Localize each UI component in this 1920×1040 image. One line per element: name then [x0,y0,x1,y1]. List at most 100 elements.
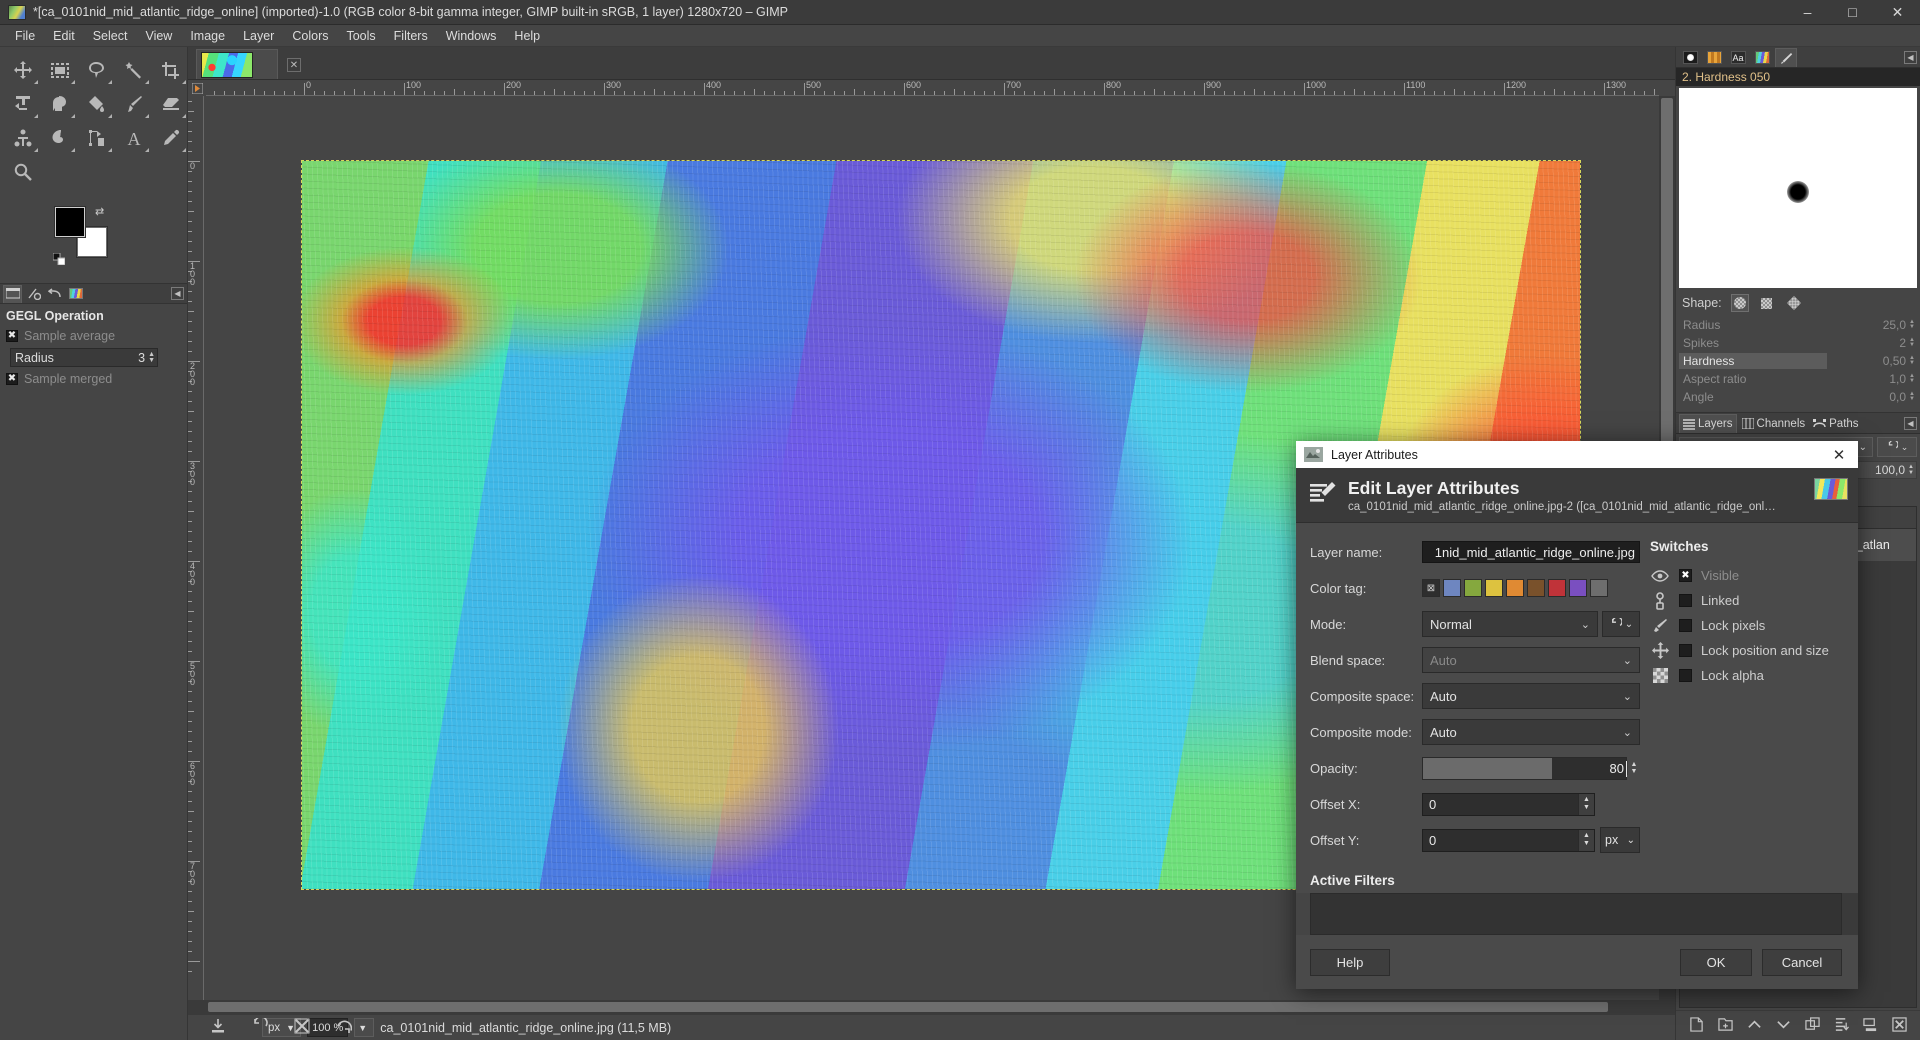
brush-dock-menu-button[interactable]: ◀ [1904,51,1917,64]
move-tool[interactable] [4,53,41,87]
patterns-tab[interactable] [1703,48,1725,67]
refresh-button[interactable] [336,1018,353,1037]
help-button[interactable]: Help [1310,949,1390,977]
image-tab[interactable] [196,49,278,79]
color-tag-violet[interactable] [1569,579,1587,598]
lock-alpha-checkbox[interactable] [1679,669,1692,683]
switch-lock-alpha-row[interactable]: Lock alpha [1650,663,1830,688]
clone-tool[interactable] [4,121,41,155]
angle-prop-stepper[interactable]: ▲ ▼ [1909,391,1917,402]
sample-merged-row[interactable]: ✖ Sample merged [0,370,187,388]
sample-average-row[interactable]: ✖ Sample average [0,327,187,345]
color-tag-gray[interactable] [1590,579,1608,598]
mode-combo[interactable]: Normal ⌄ [1422,611,1598,638]
tab-layers[interactable]: Layers [1679,414,1737,433]
menu-windows[interactable]: Windows [437,27,506,45]
tab-channels[interactable]: Channels [1739,414,1809,433]
color-tag-yellow[interactable] [1485,579,1503,598]
menu-view[interactable]: View [136,27,181,45]
text-tool[interactable]: A [115,121,152,155]
crop-tool[interactable] [152,53,189,87]
free-select-tool[interactable] [78,53,115,87]
offset-y-input[interactable]: 0 ▲ ▼ [1422,828,1595,852]
layer-mode-reset-button[interactable]: ⌄ [1877,437,1917,457]
brush-prop-spikes[interactable]: Spikes 2 ▲ ▼ [1679,335,1917,351]
tool-options-tab[interactable] [3,284,22,303]
menu-edit[interactable]: Edit [44,27,84,45]
tool-options-menu-button[interactable]: ◀ [171,286,184,300]
transform-tool[interactable] [4,87,41,121]
sample-average-checkbox[interactable]: ✖ [6,330,18,342]
fuzzy-select-tool[interactable] [115,53,152,87]
switch-visible-row[interactable]: ✖ Visible [1650,563,1830,588]
horizontal-scrollbar[interactable] [188,1000,1675,1014]
raise-layer-button[interactable] [1747,1017,1762,1035]
bucket-fill-tool[interactable] [78,87,115,121]
menu-layer[interactable]: Layer [234,27,283,45]
reset-colors-icon[interactable] [52,252,66,268]
switch-linked-row[interactable]: Linked [1650,588,1830,613]
mode-revert-button[interactable]: ⌄ [1602,611,1640,638]
offset-y-stepper[interactable]: ▲ ▼ [1578,829,1594,851]
visible-checkbox[interactable]: ✖ [1679,569,1692,583]
cancel-button[interactable] [294,1018,310,1037]
color-tag-brown[interactable] [1527,579,1545,598]
offset-unit-combo[interactable]: px ⌄ [1600,827,1640,854]
composite-mode-combo[interactable]: Auto ⌄ [1422,719,1640,746]
delete-layer-button[interactable] [1892,1016,1907,1035]
square-shape-button[interactable] [1758,294,1776,312]
layer-name-input[interactable]: 1nid_mid_atlantic_ridge_online.jpg [1422,541,1640,564]
composite-space-combo[interactable]: Auto ⌄ [1422,683,1640,710]
cancel-button[interactable]: Cancel [1762,949,1842,977]
menu-file[interactable]: File [6,27,44,45]
color-tag-orange[interactable] [1506,579,1524,598]
images-tab[interactable] [66,285,85,303]
radius-stepper[interactable]: ▲ ▼ [148,351,157,364]
opacity-slider[interactable]: 80 [1422,756,1627,780]
close-window-button[interactable]: ✕ [1875,0,1920,25]
foreground-color-swatch[interactable] [55,207,85,237]
opacity-track[interactable] [1423,757,1584,779]
color-tag-green[interactable] [1464,579,1482,598]
menu-image[interactable]: Image [181,27,234,45]
linked-checkbox[interactable] [1679,594,1692,608]
lock-pixels-checkbox[interactable] [1679,619,1692,633]
switch-lock-position-row[interactable]: Lock position and size [1650,638,1830,663]
color-tag-blue[interactable] [1443,579,1461,598]
paintbrush-tool[interactable] [115,87,152,121]
color-picker-tool[interactable] [152,121,189,155]
layer-attributes-dialog[interactable]: Layer Attributes ✕ Edit Layer Attributes… [1296,441,1858,990]
sample-merged-checkbox[interactable]: ✖ [6,373,18,385]
zoom-tool[interactable] [4,155,41,189]
layer-opacity-stepper[interactable]: ▲ ▼ [1908,464,1916,476]
offset-x-input[interactable]: 0 ▲ ▼ [1422,792,1595,816]
opacity-value[interactable]: 80 [1584,757,1627,779]
minimize-button[interactable]: – [1785,0,1830,25]
close-image-tab-icon[interactable]: ✕ [287,58,301,72]
merge-down-button[interactable] [1863,1017,1878,1035]
menu-filters[interactable]: Filters [385,27,437,45]
hardness-prop-stepper[interactable]: ▲ ▼ [1909,355,1917,366]
tab-paths[interactable]: Paths [1810,414,1861,433]
document-history-tab[interactable] [1751,48,1773,67]
color-tag-none[interactable]: ⊠ [1422,579,1440,598]
maximize-button[interactable]: □ [1830,0,1875,25]
spikes-prop-stepper[interactable]: ▲ ▼ [1909,337,1917,348]
color-tag-red[interactable] [1548,579,1566,598]
circle-shape-button[interactable] [1730,294,1749,312]
menu-help[interactable]: Help [505,27,549,45]
layers-dock-menu-button[interactable]: ◀ [1904,417,1917,430]
menu-tools[interactable]: Tools [337,27,384,45]
menu-select[interactable]: Select [84,27,137,45]
aspect-ratio-prop-stepper[interactable]: ▲ ▼ [1909,373,1917,384]
save-button[interactable] [210,1018,226,1037]
offset-x-stepper[interactable]: ▲ ▼ [1578,793,1594,815]
blend-space-combo[interactable]: Auto ⌄ [1422,647,1640,674]
ruler-corner-button[interactable] [188,80,206,96]
horizontal-ruler[interactable]: 0 100 200 300 400 500 600 700 800 900 1000 1100 1200… [206,80,1659,96]
anchor-layer-button[interactable] [1834,1017,1849,1035]
rectangle-select-tool[interactable] [41,53,78,87]
brush-prop-radius[interactable]: Radius 25,0 ▲ ▼ [1679,317,1917,333]
new-group-button[interactable] [1718,1017,1733,1035]
radius-spinner[interactable]: Radius 3 ▲ ▼ [10,348,158,367]
